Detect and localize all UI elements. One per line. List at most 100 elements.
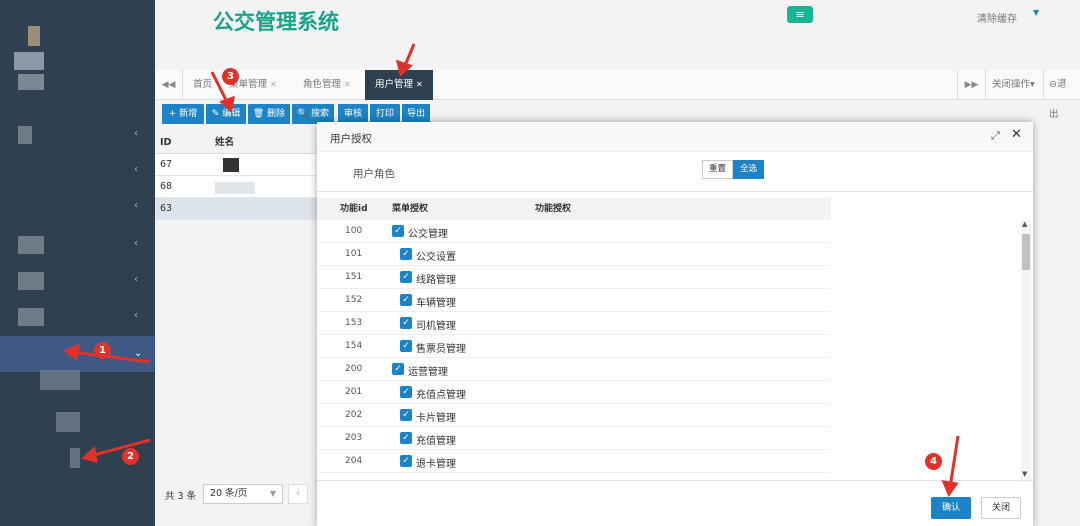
- permission-checkbox[interactable]: ✓: [400, 432, 412, 444]
- permission-label: 退卡管理: [416, 459, 456, 470]
- permission-id: 203: [345, 433, 363, 443]
- chevron-left-icon: ‹: [134, 128, 138, 139]
- tabs-prev-icon[interactable]: ◀◀: [155, 70, 183, 100]
- caret-down-icon[interactable]: ▼: [1033, 8, 1039, 17]
- permission-table-header: 功能id 菜单授权 功能授权: [317, 198, 831, 220]
- permission-row: 100 ✓ 公交管理: [317, 220, 831, 243]
- permission-label: 司机管理: [416, 321, 456, 332]
- sidebar-item-4[interactable]: ‹: [0, 226, 155, 262]
- permission-row: 151 ✓ 线路管理: [317, 266, 831, 289]
- permission-row: 101 ✓ 公交设置: [317, 243, 831, 266]
- permission-checkbox[interactable]: ✓: [392, 225, 404, 237]
- sidebar-item-active[interactable]: ⌄: [0, 336, 155, 372]
- permission-id: 204: [345, 456, 363, 466]
- permission-row: 153 ✓ 司机管理: [317, 312, 831, 335]
- scrollbar-thumb[interactable]: [1022, 234, 1030, 270]
- permission-label: 公交管理: [408, 229, 448, 240]
- permission-row: 201 ✓ 充值点管理: [317, 381, 831, 404]
- annotation-badge: 2: [122, 448, 139, 465]
- tab-close-icon[interactable]: ✕: [344, 80, 351, 89]
- tab-user-management[interactable]: 用户管理 ✕: [365, 70, 433, 100]
- tab-home[interactable]: 首页: [193, 70, 212, 100]
- sidebar-subitem-2[interactable]: [56, 412, 80, 432]
- sidebar-subitem-1[interactable]: [40, 370, 80, 390]
- permission-label: 线路管理: [416, 275, 456, 286]
- chevron-left-icon: ‹: [134, 200, 138, 211]
- caret-down-icon: ▼: [269, 489, 276, 498]
- permission-id: 101: [345, 249, 363, 259]
- permission-id: 202: [345, 410, 363, 420]
- permission-checkbox[interactable]: ✓: [400, 294, 412, 306]
- header: 公交管理系统 ≡ 清除缓存 ▼: [155, 0, 1080, 70]
- scroll-down-icon[interactable]: ▼: [1022, 470, 1027, 478]
- prev-page-button[interactable]: ‹: [288, 484, 308, 504]
- permission-checkbox[interactable]: ✓: [400, 317, 412, 329]
- scrollbar[interactable]: ▲ ▼: [1021, 220, 1031, 482]
- table-row[interactable]: 67: [155, 154, 320, 176]
- tab-bar: ◀◀ 首页 菜单管理 ✕ 角色管理 ✕ 用户管理 ✕ ▶▶ 关闭操作▾ ⊖退出: [155, 70, 1080, 120]
- permission-checkbox[interactable]: ✓: [400, 271, 412, 283]
- permission-row: 152 ✓ 车辆管理: [317, 289, 831, 312]
- permission-table: 100 ✓ 公交管理 101 ✓ 公交设置 151 ✓ 线路管理 152 ✓ 车辆管理 153 ✓ 司机管理…: [317, 220, 831, 473]
- sidebar-item-2[interactable]: ‹: [0, 152, 155, 188]
- annotation-badge: 1: [94, 342, 111, 359]
- divider: [317, 480, 1033, 481]
- permission-row: 154 ✓ 售票员管理: [317, 335, 831, 358]
- tab-role-management[interactable]: 角色管理 ✕: [303, 70, 351, 100]
- print-button[interactable]: 打印: [370, 104, 400, 124]
- permission-checkbox[interactable]: ✓: [400, 455, 412, 467]
- delete-button[interactable]: 🗑 删除: [248, 104, 290, 124]
- sidebar-item-1[interactable]: ‹: [0, 116, 155, 152]
- scroll-up-icon[interactable]: ▲: [1022, 220, 1027, 228]
- permission-row: 204 ✓ 退卡管理: [317, 450, 831, 473]
- audit-button[interactable]: 审核: [338, 104, 368, 124]
- tabs-next-icon[interactable]: ▶▶: [957, 70, 985, 100]
- chevron-left-icon: ‹: [134, 310, 138, 321]
- tab-close-icon[interactable]: ✕: [416, 80, 423, 89]
- total-count: 共 3 条: [165, 491, 197, 502]
- permission-label: 运营管理: [408, 367, 448, 378]
- sidebar-item-3[interactable]: ‹: [0, 188, 155, 224]
- divider: [317, 191, 1033, 192]
- dialog-header: 用户授权 ⤢ ✕: [317, 122, 1033, 152]
- permission-checkbox[interactable]: ✓: [392, 363, 404, 375]
- close-icon[interactable]: ✕: [1011, 127, 1022, 142]
- permission-id: 200: [345, 364, 363, 374]
- maximize-icon[interactable]: ⤢: [991, 129, 1000, 143]
- confirm-button[interactable]: 确认: [931, 497, 971, 519]
- dialog-title: 用户授权: [330, 133, 372, 145]
- avatar: [10, 22, 46, 92]
- user-table: ID 姓名 67 68 63: [155, 132, 320, 220]
- sidebar-item-5[interactable]: ‹: [0, 262, 155, 298]
- permission-id: 100: [345, 226, 363, 236]
- close-button[interactable]: 关闭: [981, 497, 1021, 519]
- permission-checkbox[interactable]: ✓: [400, 340, 412, 352]
- permission-label: 车辆管理: [416, 298, 456, 309]
- page-size-select[interactable]: 20 条/页 ▼: [203, 484, 283, 504]
- sidebar-subitem-3[interactable]: [70, 448, 80, 468]
- permission-id: 153: [345, 318, 363, 328]
- logout-button[interactable]: ⊖退出: [1043, 70, 1080, 120]
- permission-row: 203 ✓ 充值管理: [317, 427, 831, 450]
- chevron-left-icon: ‹: [134, 164, 138, 175]
- permission-checkbox[interactable]: ✓: [400, 248, 412, 260]
- permission-checkbox[interactable]: ✓: [400, 386, 412, 398]
- select-all-button[interactable]: 全选: [733, 160, 764, 179]
- export-button[interactable]: 导出: [402, 104, 430, 124]
- chevron-left-icon: ‹: [134, 238, 138, 249]
- clear-cache-link[interactable]: 清除缓存: [977, 10, 1017, 25]
- table-row[interactable]: 68: [155, 176, 320, 198]
- reset-button[interactable]: 重置: [702, 160, 733, 179]
- close-operations-dropdown[interactable]: 关闭操作▾: [985, 70, 1041, 100]
- table-row-selected[interactable]: 63: [155, 198, 320, 220]
- search-button[interactable]: 🔍 搜索: [292, 104, 334, 124]
- sidebar-item-6[interactable]: ‹: [0, 298, 155, 334]
- menu-toggle-icon[interactable]: ≡: [787, 6, 813, 23]
- permission-id: 151: [345, 272, 363, 282]
- permission-checkbox[interactable]: ✓: [400, 409, 412, 421]
- add-button[interactable]: + 新增: [162, 104, 204, 124]
- annotation-badge: 3: [222, 68, 239, 85]
- chevron-left-icon: ‹: [134, 274, 138, 285]
- edit-button[interactable]: ✎ 编辑: [206, 104, 246, 124]
- tab-close-icon[interactable]: ✕: [270, 80, 277, 89]
